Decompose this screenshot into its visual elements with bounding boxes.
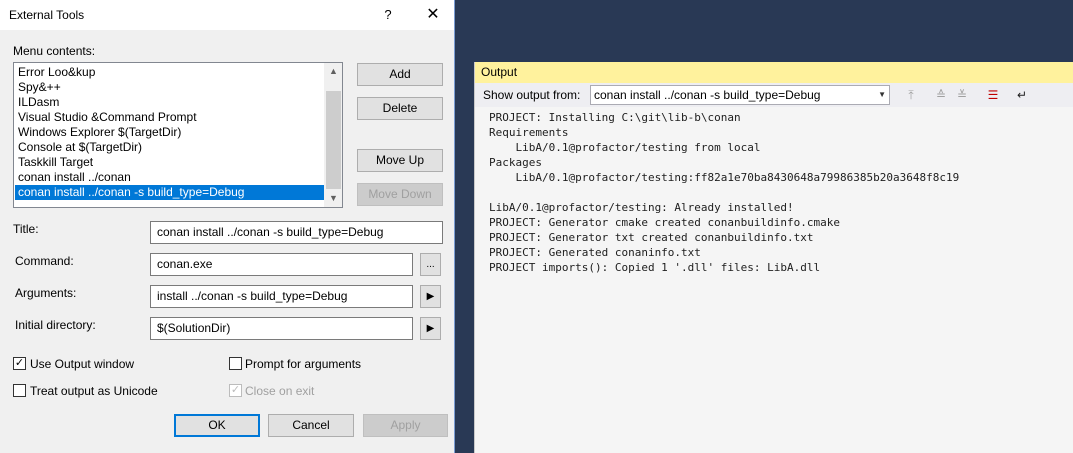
chevron-down-icon: ▼ [878,90,886,99]
list-item[interactable]: ILDasm [15,95,325,110]
add-button[interactable]: Add [357,63,443,86]
move-down-button[interactable]: Move Down [357,183,443,206]
output-line: LibA/0.1@profactor/testing from local [489,141,761,154]
output-header[interactable]: Output [475,62,1073,83]
scroll-down-icon[interactable]: ▼ [325,190,342,207]
right-arrow-icon: ▶ [426,291,435,302]
close-button[interactable]: ✕ [418,4,448,26]
list-item[interactable]: Error Loo&kup [15,65,325,80]
dialog-title: External Tools [9,8,85,22]
treat-output-unicode-checkbox[interactable] [13,384,26,397]
cancel-button[interactable]: Cancel [268,414,354,437]
output-text[interactable]: PROJECT: Installing C:\git\lib-b\conan R… [489,110,1069,275]
output-window: Output Show output from: conan install .… [474,62,1073,453]
word-wrap-icon[interactable]: ↵ [1014,87,1030,103]
output-line: PROJECT: Installing C:\git\lib-b\conan [489,111,741,124]
output-line: LibA/0.1@profactor/testing:ff82a1e70ba84… [489,171,960,184]
output-line: PROJECT: Generator cmake created conanbu… [489,216,840,229]
output-line: PROJECT imports(): Copied 1 '.dll' files… [489,261,821,274]
prompt-for-arguments-label[interactable]: Prompt for arguments [245,357,361,371]
dialog-titlebar[interactable]: External Tools ? ✕ [0,0,454,30]
delete-button[interactable]: Delete [357,97,443,120]
close-on-exit-label: Close on exit [245,384,315,398]
menu-contents-label: Menu contents: [13,44,96,58]
arguments-menu-button[interactable]: ▶ [420,285,441,308]
output-line: LibA/0.1@profactor/testing: Already inst… [489,201,794,214]
scrollbar-thumb[interactable] [326,91,341,189]
title-input[interactable]: conan install ../conan -s build_type=Deb… [150,221,443,244]
move-up-button[interactable]: Move Up [357,149,443,172]
list-item[interactable]: Spy&++ [15,80,325,95]
initial-directory-label: Initial directory: [15,318,96,332]
prompt-for-arguments-checkbox[interactable] [229,357,242,370]
scroll-up-icon[interactable]: ▲ [325,63,342,80]
output-line: Requirements [489,126,569,139]
right-arrow-icon: ▶ [426,323,435,334]
ok-button[interactable]: OK [174,414,260,437]
list-item[interactable]: Taskkill Target [15,155,325,170]
goto-previous-icon[interactable]: ⤒ [903,87,919,103]
close-on-exit-checkbox[interactable]: ✓ [229,384,242,397]
arguments-input[interactable]: install ../conan -s build_type=Debug [150,285,413,308]
initial-directory-menu-button[interactable]: ▶ [420,317,441,340]
apply-button[interactable]: Apply [363,414,448,437]
treat-output-unicode-label[interactable]: Treat output as Unicode [30,384,158,398]
output-title: Output [481,65,518,79]
list-item[interactable]: conan install ../conan [15,170,325,185]
output-source-value: conan install ../conan -s build_type=Deb… [594,88,821,102]
use-output-window-checkbox[interactable]: ✓ [13,357,26,370]
list-item[interactable]: Windows Explorer $(TargetDir) [15,125,325,140]
output-line: PROJECT: Generator txt created conanbuil… [489,231,814,244]
use-output-window-label[interactable]: Use Output window [30,357,134,371]
command-input[interactable]: conan.exe [150,253,413,276]
initial-directory-input[interactable]: $(SolutionDir) [150,317,413,340]
output-line: Packages [489,156,542,169]
find-next-icon[interactable]: ≚ [954,87,970,103]
list-item[interactable]: Visual Studio &Command Prompt [15,110,325,125]
help-button[interactable]: ? [374,4,402,26]
command-label: Command: [15,254,74,268]
browse-command-button[interactable]: ... [420,253,441,276]
output-toolbar: Show output from: conan install ../conan… [475,83,1073,107]
menu-contents-list[interactable]: Error Loo&kup Spy&++ ILDasm Visual Studi… [13,62,343,208]
find-previous-icon[interactable]: ≙ [933,87,949,103]
output-line: PROJECT: Generated conaninfo.txt [489,246,701,259]
show-output-from-label: Show output from: [483,88,581,102]
list-item-selected[interactable]: conan install ../conan -s build_type=Deb… [15,185,325,200]
list-scrollbar[interactable]: ▲ ▼ [324,63,342,207]
output-source-dropdown[interactable]: conan install ../conan -s build_type=Deb… [590,85,890,105]
arguments-label: Arguments: [15,286,77,300]
clear-all-icon[interactable]: ☰ [985,87,1001,103]
external-tools-dialog: External Tools ? ✕ Menu contents: Error … [0,0,455,453]
list-item[interactable]: Console at $(TargetDir) [15,140,325,155]
title-label: Title: [13,222,39,236]
